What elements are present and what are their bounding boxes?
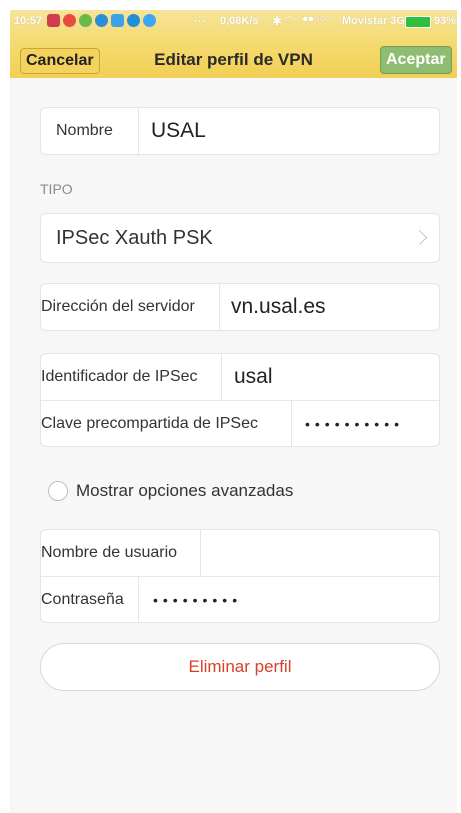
divider bbox=[221, 354, 222, 400]
net-speed: 0,08K/s bbox=[220, 15, 259, 27]
ipsec-id-field[interactable]: usal bbox=[234, 354, 273, 400]
divider bbox=[219, 284, 220, 330]
wifi-icon: ◠ bbox=[285, 13, 295, 27]
type-value: IPSec Xauth PSK bbox=[56, 226, 213, 249]
type-card: IPSec Xauth PSK bbox=[40, 213, 440, 263]
browser-notification-icon bbox=[143, 14, 156, 27]
username-row[interactable]: Nombre de usuario bbox=[41, 530, 439, 576]
status-bar: 10:57 ... 0,08K/s ✱ ◠ ●●○○○ Movistar 3G … bbox=[10, 10, 457, 34]
vpn-edit-screen: 10:57 ... 0,08K/s ✱ ◠ ●●○○○ Movistar 3G … bbox=[10, 10, 457, 813]
advanced-options-toggle[interactable]: Mostrar opciones avanzadas bbox=[48, 479, 293, 503]
psk-label: Clave precompartida de IPSec bbox=[41, 415, 258, 432]
name-label: Nombre bbox=[56, 122, 113, 139]
advanced-options-label: Mostrar opciones avanzadas bbox=[76, 481, 294, 500]
notification-icons bbox=[47, 14, 156, 27]
name-card: Nombre USAL bbox=[40, 107, 440, 155]
chat-notification-icon bbox=[95, 14, 108, 27]
server-row[interactable]: Dirección del servidor vn.usal.es bbox=[41, 284, 439, 330]
messenger-notification-icon bbox=[127, 14, 140, 27]
chevron-right-icon bbox=[411, 229, 428, 246]
battery-icon bbox=[405, 16, 431, 28]
server-label: Dirección del servidor bbox=[41, 298, 195, 315]
overflow-indicator: ... bbox=[194, 13, 207, 25]
battery-percent: 93% bbox=[434, 15, 457, 27]
app-notification-icon bbox=[63, 14, 76, 27]
divider bbox=[200, 530, 201, 576]
credentials-card: Nombre de usuario Contraseña ••••••••• bbox=[40, 529, 440, 623]
ipsec-card: Identificador de IPSec usal Clave precom… bbox=[40, 353, 440, 447]
delete-profile-button[interactable]: Eliminar perfil bbox=[40, 643, 440, 691]
game-notification-icon bbox=[79, 14, 92, 27]
accept-button[interactable]: Aceptar bbox=[380, 46, 452, 74]
psk-row[interactable]: Clave precompartida de IPSec •••••••••• bbox=[41, 400, 439, 446]
username-label: Nombre de usuario bbox=[41, 544, 178, 561]
twitter-notification-icon bbox=[111, 14, 124, 27]
bluetooth-icon: ✱ bbox=[272, 14, 283, 28]
name-field[interactable]: USAL bbox=[151, 108, 206, 154]
divider bbox=[291, 401, 292, 446]
type-section-label: TIPO bbox=[40, 181, 73, 197]
status-time: 10:57 bbox=[14, 15, 43, 27]
ipsec-id-label: Identificador de IPSec bbox=[41, 368, 198, 385]
server-field[interactable]: vn.usal.es bbox=[231, 284, 326, 330]
top-bar: 10:57 ... 0,08K/s ✱ ◠ ●●○○○ Movistar 3G … bbox=[10, 10, 457, 78]
carrier-name: Movistar 3G bbox=[342, 15, 405, 27]
radio-button[interactable] bbox=[48, 481, 68, 501]
password-row[interactable]: Contraseña ••••••••• bbox=[41, 576, 439, 622]
divider bbox=[138, 577, 139, 622]
password-label: Contraseña bbox=[41, 591, 124, 608]
ipsec-id-row[interactable]: Identificador de IPSec usal bbox=[41, 354, 439, 400]
signal-icon: ●●○○○ bbox=[302, 13, 331, 25]
divider bbox=[138, 108, 139, 154]
type-selector[interactable]: IPSec Xauth PSK bbox=[41, 214, 439, 262]
server-card: Dirección del servidor vn.usal.es bbox=[40, 283, 440, 331]
name-row[interactable]: Nombre USAL bbox=[41, 108, 439, 154]
mail-notification-icon bbox=[47, 14, 60, 27]
password-field[interactable]: ••••••••• bbox=[153, 577, 242, 622]
psk-field[interactable]: •••••••••• bbox=[305, 401, 404, 446]
